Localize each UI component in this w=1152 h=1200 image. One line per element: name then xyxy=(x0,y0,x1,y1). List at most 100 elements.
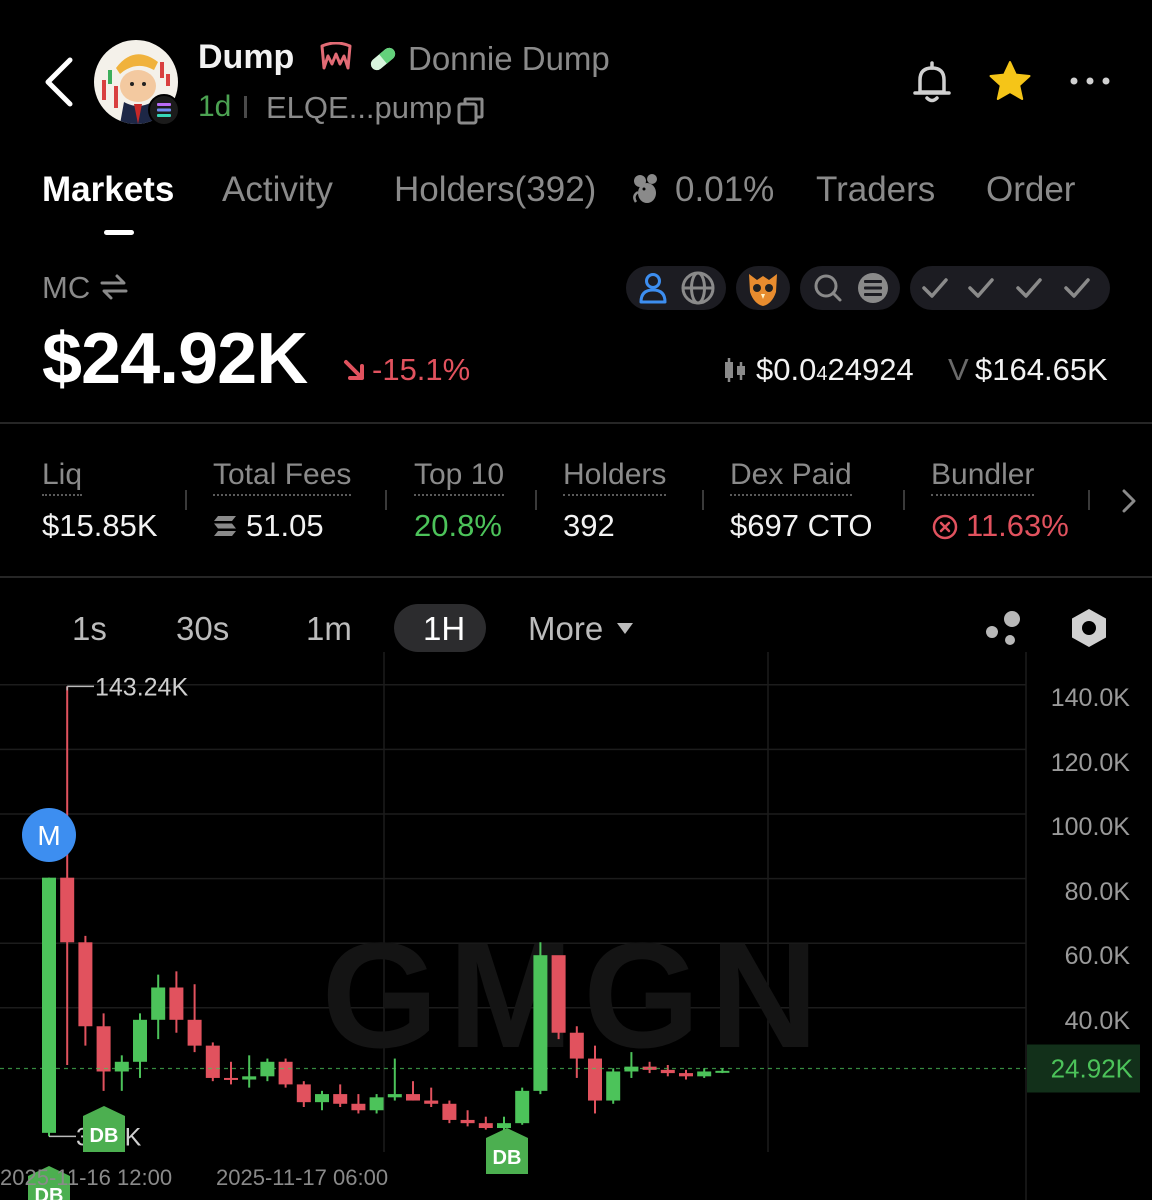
candle-body xyxy=(533,955,548,1091)
stat-holders-label[interactable]: Holders xyxy=(563,458,667,496)
owl-badge[interactable] xyxy=(736,266,790,310)
timeframe-1m[interactable]: 1m xyxy=(306,610,352,648)
chart-y-axis: 140.0K 120.0K 100.0K 80.0K 60.0K 40.0K 24.92K xyxy=(1027,684,1140,1093)
stat-liq-value: $15.85K xyxy=(42,508,158,543)
price-chart[interactable]: GMGN 143.24K3.92KMDBDBDB 140.0K120.0K100… xyxy=(0,652,1152,1200)
timeframe-1h[interactable]: 1H xyxy=(423,610,465,648)
star-icon[interactable] xyxy=(986,58,1034,106)
timeframe-more[interactable]: More xyxy=(528,610,603,648)
stat-bundler-value: 11.63% xyxy=(966,508,1069,543)
swap-icon[interactable] xyxy=(98,272,130,302)
candle-body xyxy=(78,942,93,1027)
candle-body xyxy=(351,1103,366,1111)
candle-body xyxy=(497,1123,511,1129)
candle-body xyxy=(460,1119,475,1124)
chart-x-axis: 2025-11-16 12:00 2025-11-17 06:00 xyxy=(0,1165,388,1190)
candle-body xyxy=(588,1058,602,1101)
stat-bundler-label[interactable]: Bundler xyxy=(931,458,1035,496)
high-label: 143.24K xyxy=(95,673,188,701)
candle-body xyxy=(715,1070,730,1073)
tab-markets[interactable]: Markets xyxy=(42,170,174,210)
stat-liq-label[interactable]: Liq xyxy=(42,458,83,496)
candle-body xyxy=(296,1084,311,1103)
more-dots-icon[interactable] xyxy=(1068,66,1112,96)
candle-body xyxy=(478,1123,493,1129)
token-age: 1d xyxy=(198,90,232,123)
stat-top10-value: 20.8% xyxy=(414,508,502,543)
x-axis-tick: 2025-11-16 12:00 xyxy=(0,1165,172,1190)
stat-separator xyxy=(385,490,387,510)
market-cap-value: $24.92K xyxy=(42,319,308,399)
fangs-icon xyxy=(320,42,352,70)
stat-separator xyxy=(535,490,537,510)
candle-body xyxy=(697,1071,712,1077)
copy-icon[interactable] xyxy=(456,96,486,126)
candle-body xyxy=(114,1061,129,1072)
x-axis-tick: 2025-11-17 06:00 xyxy=(216,1165,388,1190)
y-axis-tick: 80.0K xyxy=(1065,878,1131,906)
stat-fees-value: 51.05 xyxy=(246,508,324,543)
token-name: Dump xyxy=(198,38,295,76)
stat-holders-value: 392 xyxy=(563,508,615,543)
candle-body xyxy=(369,1097,384,1111)
candle-body xyxy=(205,1045,220,1078)
candle-body xyxy=(60,877,75,943)
stat-top10-label[interactable]: Top 10 xyxy=(414,458,505,496)
tab-holders-percent[interactable]: 0.01% xyxy=(675,170,774,210)
stat-dex-paid-label[interactable]: Dex Paid xyxy=(730,458,852,496)
db-marker-label: DB xyxy=(493,1147,522,1169)
candle-body xyxy=(187,1019,202,1046)
solana-icon xyxy=(148,94,180,126)
candle-body xyxy=(315,1094,329,1103)
tab-holders[interactable]: Holders(392) xyxy=(394,170,596,210)
search-solana-icons xyxy=(814,273,888,303)
stat-dex-paid-value: $697 CTO xyxy=(730,508,873,543)
candle-body xyxy=(424,1100,439,1104)
y-axis-tick: 120.0K xyxy=(1051,749,1131,777)
indicator-icon[interactable] xyxy=(982,608,1026,648)
tab-traders[interactable]: Traders xyxy=(816,170,935,210)
token-price: $0.0424924 xyxy=(756,352,914,387)
candle-body xyxy=(96,1026,111,1072)
market-cap-label: MC xyxy=(42,270,91,305)
pill-icon xyxy=(370,47,396,71)
stat-fees-label[interactable]: Total Fees xyxy=(213,458,352,496)
token-full-name: Donnie Dump xyxy=(408,40,610,77)
market-cap-change: -15.1% xyxy=(372,352,471,387)
candle-body xyxy=(679,1073,693,1077)
search-badge[interactable] xyxy=(800,266,900,310)
candle-body xyxy=(387,1094,402,1098)
mouse-icon xyxy=(633,174,657,203)
tab-order[interactable]: Order xyxy=(986,170,1075,210)
back-arrow-icon[interactable] xyxy=(40,54,80,110)
settings-icon[interactable] xyxy=(1068,606,1110,650)
down-arrow-icon xyxy=(344,360,364,380)
divider xyxy=(0,576,1152,578)
contract-address[interactable]: ELQE...pump xyxy=(266,90,452,126)
separator xyxy=(244,96,247,118)
bell-icon[interactable] xyxy=(908,58,956,106)
timeframe-30s[interactable]: 30s xyxy=(176,610,229,648)
candle-body xyxy=(442,1103,457,1120)
candle-body xyxy=(224,1077,238,1080)
candle-body xyxy=(569,1032,584,1059)
social-badge[interactable] xyxy=(626,266,726,310)
caret-down-icon[interactable] xyxy=(616,622,634,636)
candle-body xyxy=(133,1019,147,1062)
checks-badge[interactable] xyxy=(910,266,1110,310)
candle-body xyxy=(278,1061,293,1085)
y-axis-tick: 60.0K xyxy=(1065,942,1131,970)
volume-value: $164.65K xyxy=(975,352,1108,387)
candle-body xyxy=(660,1069,675,1074)
x-circle-icon xyxy=(932,514,958,540)
owl-icon xyxy=(749,274,777,306)
candle-body xyxy=(515,1090,530,1124)
candle-icon xyxy=(725,358,745,382)
candle-body xyxy=(333,1094,348,1104)
tab-activity[interactable]: Activity xyxy=(222,170,333,210)
chevron-right-icon[interactable] xyxy=(1118,486,1140,516)
active-tab-indicator xyxy=(104,230,134,235)
candle-body xyxy=(606,1071,621,1101)
candle-body xyxy=(551,955,566,1033)
timeframe-1s[interactable]: 1s xyxy=(72,610,107,648)
